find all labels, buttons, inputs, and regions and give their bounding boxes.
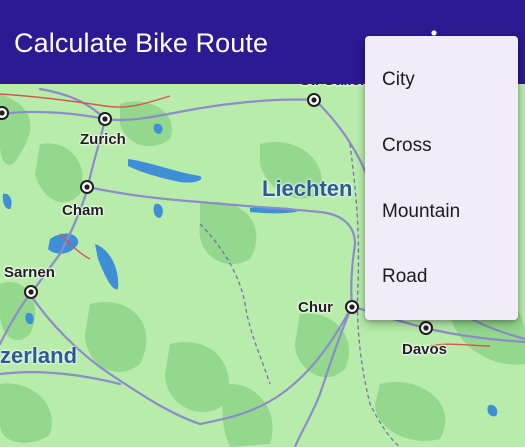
city-label-davos: Davos (402, 341, 448, 358)
city-label-chur: Chur (298, 299, 333, 316)
city-label-zurich: Zurich (80, 131, 126, 148)
app-screen: Zurich Cham Sarnen Chur Davos St. Gallen… (0, 0, 525, 447)
route-type-menu: City Cross Mountain Road (365, 36, 518, 320)
page-title: Calculate Bike Route (14, 28, 269, 58)
menu-item-cross[interactable]: Cross (365, 116, 518, 176)
menu-item-road[interactable]: Road (365, 247, 518, 307)
menu-item-mountain[interactable]: Mountain (365, 182, 518, 242)
city-label-cham: Cham (62, 202, 104, 219)
region-label-switzerland: zerland (0, 343, 78, 368)
city-label-sarnen: Sarnen (4, 264, 55, 281)
region-label-liechtenstein: Liechten (262, 176, 353, 201)
menu-item-city[interactable]: City (365, 50, 518, 110)
